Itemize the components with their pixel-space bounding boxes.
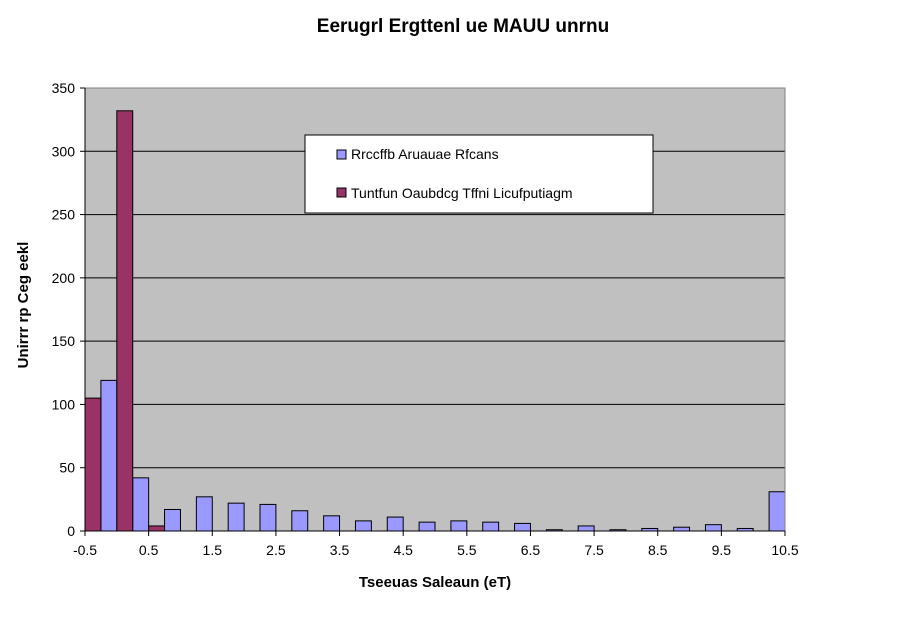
- x-tick-label: 2.5: [266, 542, 286, 558]
- bar: [227, 502, 245, 532]
- x-tick-label: 8.5: [648, 542, 668, 558]
- x-tick-label: 9.5: [712, 542, 732, 558]
- bar: [100, 379, 118, 532]
- y-tick-label: 50: [59, 460, 75, 476]
- y-axis-title: Unirrr rp Ceg eekl: [15, 242, 32, 369]
- bar: [132, 477, 150, 532]
- legend: Rrccffb Aruauae Rfcans Tuntfun Oaubdcg T…: [304, 134, 654, 214]
- y-tick-label: 300: [52, 143, 76, 159]
- chart-title: Eerugrl Ergttenl ue MAUU unrnu: [317, 16, 609, 37]
- y-tick-label: 100: [52, 396, 76, 412]
- x-tick-label: 6.5: [521, 542, 541, 558]
- x-tick-label: -0.5: [73, 542, 97, 558]
- x-tick-label: 0.5: [139, 542, 159, 558]
- bar: [386, 516, 404, 532]
- bar: [482, 521, 500, 532]
- bar: [116, 110, 134, 532]
- histogram-chart: Eerugrl Ergttenl ue MAUU unrnu 0 50 100 150…: [15, 16, 799, 591]
- bar: [291, 510, 309, 532]
- x-tick-label: 7.5: [584, 542, 604, 558]
- y-tick-label: 350: [52, 80, 76, 96]
- y-tick-label: 250: [52, 207, 76, 223]
- bar: [514, 522, 531, 532]
- bar: [418, 521, 436, 532]
- y-tick-labels: 0 50 100 150 200 250 300 350: [52, 80, 76, 539]
- x-tick-label: 1.5: [203, 542, 223, 558]
- y-tick-label: 150: [52, 333, 76, 349]
- y-tick-label: 200: [52, 270, 76, 286]
- bar: [259, 503, 277, 532]
- x-tick-labels: -0.5 0.5 1.5 2.5 3.5 4.5 5.5 6.5 7.5 8.5 9.5 10.5: [73, 542, 799, 558]
- bar: [195, 496, 213, 532]
- legend-label-secondary: Tuntfun Oaubdcg Tffni Licufputiagm: [351, 185, 573, 201]
- x-axis-title: Tseeuas Saleaun (eT): [359, 574, 511, 591]
- x-tick-label: 4.5: [393, 542, 413, 558]
- bar: [164, 508, 181, 532]
- x-tick-label: 5.5: [457, 542, 477, 558]
- bar: [148, 525, 166, 532]
- legend-swatch-secondary: [336, 187, 347, 198]
- bar: [673, 526, 691, 532]
- bar: [450, 520, 468, 532]
- bar: [84, 397, 102, 532]
- x-tick-label: 10.5: [771, 542, 798, 558]
- y-tick-label: 0: [67, 523, 75, 539]
- bar: [704, 524, 722, 532]
- chart-container: Eerugrl Ergttenl ue MAUU unrnu 0 50 100 150…: [0, 0, 901, 613]
- bar: [768, 491, 786, 532]
- bar: [354, 520, 372, 532]
- bar: [323, 515, 341, 532]
- legend-swatch-primary: [336, 149, 347, 160]
- x-tick-label: 3.5: [330, 542, 350, 558]
- legend-label-primary: Rrccffb Aruauae Rfcans: [351, 146, 499, 162]
- bar: [577, 525, 595, 532]
